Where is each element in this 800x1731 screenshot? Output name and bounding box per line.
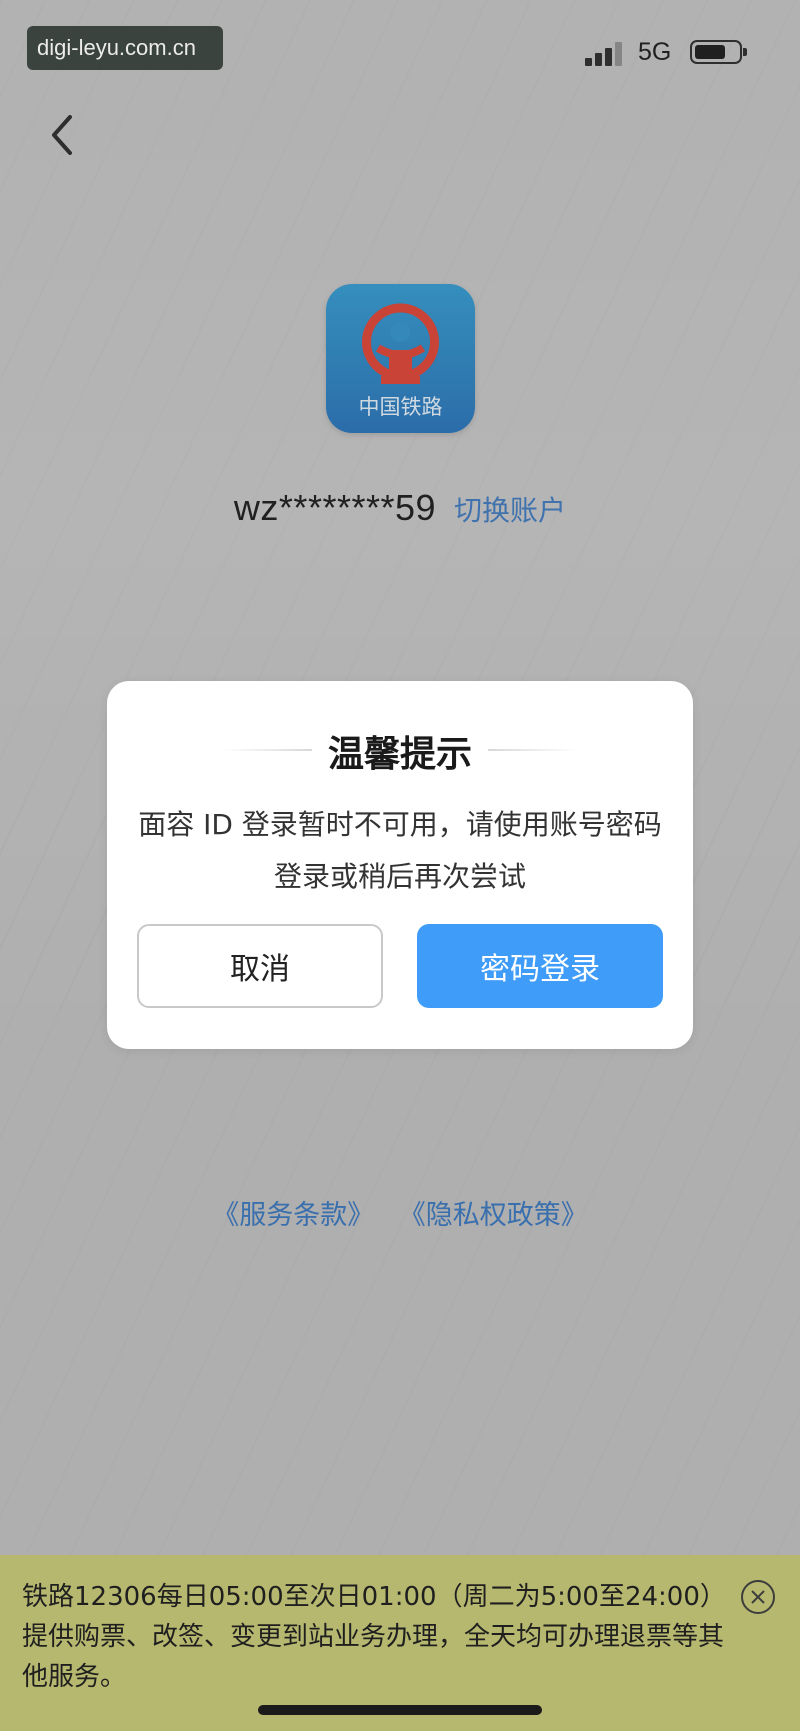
home-indicator[interactable] [258, 1705, 542, 1715]
close-icon [751, 1590, 765, 1604]
cancel-button[interactable]: 取消 [137, 924, 383, 1008]
service-notice-text: 铁路12306每日05:00至次日01:00（周二为5:00至24:00）提供购… [22, 1582, 726, 1692]
password-login-button[interactable]: 密码登录 [417, 924, 663, 1008]
legal-links: 《服务条款》 《隐私权政策》 [0, 1193, 800, 1232]
close-notice-button[interactable] [741, 1580, 775, 1614]
terms-of-service-link[interactable]: 《服务条款》 [212, 1200, 374, 1231]
alert-dialog: 温馨提示 面容 ID 登录暂时不可用，请使用账号密码登录或稍后再次尝试 取消 密… [107, 681, 693, 1049]
privacy-policy-link[interactable]: 《隐私权政策》 [399, 1200, 588, 1231]
dialog-message: 面容 ID 登录暂时不可用，请使用账号密码登录或稍后再次尝试 [138, 808, 662, 893]
dialog-title: 温馨提示 [327, 734, 472, 775]
